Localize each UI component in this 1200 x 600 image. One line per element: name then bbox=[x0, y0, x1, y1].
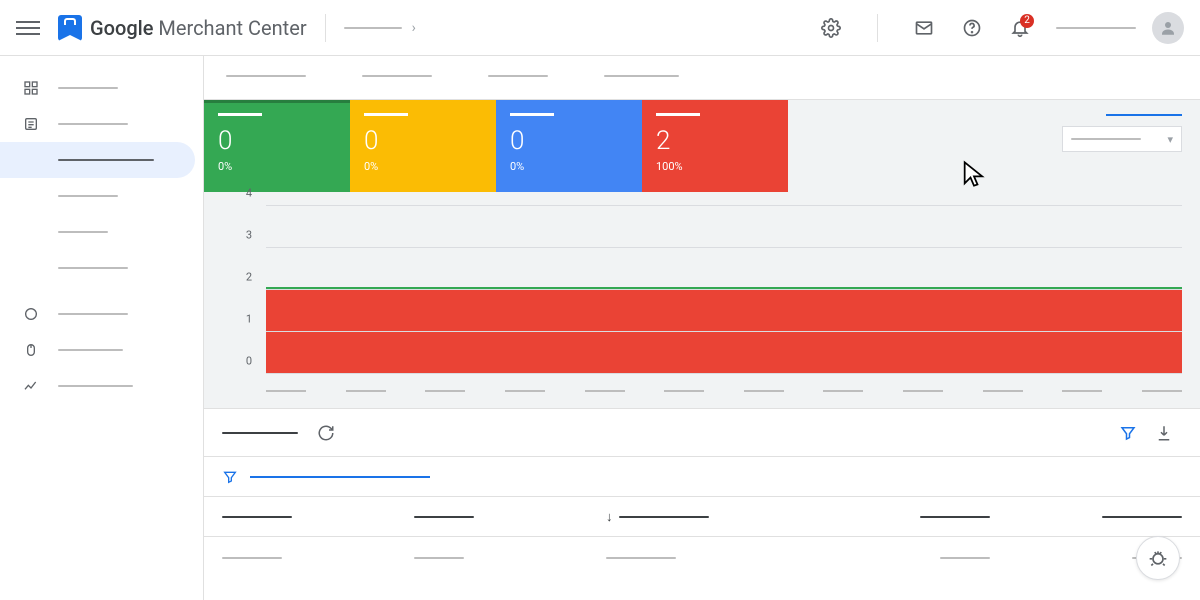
sidebar-subitem-2[interactable] bbox=[0, 214, 203, 250]
tab-3[interactable] bbox=[488, 56, 548, 99]
sidebar-item-overview[interactable] bbox=[0, 70, 203, 106]
main-content: 0 0% 0 0% 0 0% 2 100% bbox=[204, 56, 1200, 600]
sidebar-item-label bbox=[58, 195, 118, 197]
chart-x-axis bbox=[266, 390, 1182, 392]
avatar[interactable] bbox=[1152, 12, 1184, 44]
list-icon bbox=[22, 115, 40, 133]
sidebar-item-products[interactable] bbox=[0, 106, 203, 142]
sidebar-item-label bbox=[58, 385, 133, 387]
blank-icon bbox=[22, 151, 40, 169]
dashboard-icon bbox=[22, 79, 40, 97]
sidebar-item-label bbox=[58, 231, 108, 233]
table-header-cell[interactable] bbox=[414, 516, 606, 518]
divider bbox=[877, 14, 878, 42]
filter-row bbox=[204, 457, 1200, 497]
divider bbox=[325, 14, 326, 42]
table-cell bbox=[414, 557, 606, 559]
card-value: 2 bbox=[656, 126, 774, 156]
notifications-icon[interactable]: 2 bbox=[1000, 8, 1040, 48]
chart-plot bbox=[266, 206, 1182, 374]
card-percent: 0% bbox=[364, 160, 482, 173]
status-card-expiring[interactable]: 0 0% bbox=[350, 100, 496, 192]
card-value: 0 bbox=[218, 126, 336, 156]
destination-selector: ▾ bbox=[1062, 114, 1182, 152]
filter-icon bbox=[222, 469, 238, 485]
breadcrumb-item[interactable] bbox=[344, 27, 402, 29]
table-cell bbox=[222, 557, 414, 559]
card-label bbox=[656, 113, 700, 116]
table-toolbar bbox=[204, 409, 1200, 457]
table-header-cell[interactable] bbox=[798, 516, 990, 518]
tab-bar bbox=[204, 56, 1200, 100]
status-chart: 01234 bbox=[222, 206, 1182, 396]
sidebar-item-label bbox=[58, 123, 128, 125]
status-card-active[interactable]: 0 0% bbox=[204, 100, 350, 192]
sidebar-item-label bbox=[58, 313, 128, 315]
toolbar-title bbox=[222, 432, 298, 434]
filter-icon[interactable] bbox=[1110, 415, 1146, 451]
card-label bbox=[364, 113, 408, 116]
filter-chip[interactable] bbox=[250, 476, 430, 478]
circle-icon bbox=[22, 305, 40, 323]
chevron-right-icon: › bbox=[412, 20, 416, 36]
sidebar bbox=[0, 56, 204, 600]
sidebar-item-growth[interactable] bbox=[0, 332, 203, 368]
mail-icon[interactable] bbox=[904, 8, 944, 48]
card-label bbox=[510, 113, 554, 116]
merchant-center-logo-icon bbox=[58, 15, 82, 41]
settings-icon[interactable] bbox=[811, 8, 851, 48]
chart-bar-disapproved bbox=[266, 290, 1182, 374]
status-card-pending[interactable]: 0 0% bbox=[496, 100, 642, 192]
feedback-button[interactable] bbox=[1136, 536, 1180, 580]
sidebar-item-label bbox=[58, 159, 154, 161]
diagnostics-panel: 0 0% 0 0% 0 0% 2 100% bbox=[204, 100, 1200, 409]
menu-icon[interactable] bbox=[16, 16, 40, 40]
help-icon[interactable] bbox=[952, 8, 992, 48]
trend-icon bbox=[22, 377, 40, 395]
download-icon[interactable] bbox=[1146, 415, 1182, 451]
tab-4[interactable] bbox=[604, 56, 679, 99]
refresh-icon[interactable] bbox=[308, 415, 344, 451]
sidebar-item-label bbox=[58, 87, 118, 89]
table-header-cell-sorted[interactable]: ↓ bbox=[606, 509, 798, 525]
dropdown-accent bbox=[1106, 114, 1182, 116]
table-header-cell[interactable] bbox=[222, 516, 414, 518]
table-header-row: ↓ bbox=[204, 497, 1200, 537]
breadcrumb[interactable]: › bbox=[344, 20, 416, 36]
sidebar-item-label bbox=[58, 267, 128, 269]
table-header-cell[interactable] bbox=[990, 516, 1182, 518]
card-label bbox=[218, 113, 262, 116]
product-name: Google Merchant Center bbox=[90, 16, 307, 40]
table-row[interactable] bbox=[204, 537, 1200, 579]
sidebar-item-active[interactable] bbox=[0, 142, 195, 178]
sidebar-item-performance[interactable] bbox=[0, 368, 203, 404]
card-percent: 100% bbox=[656, 160, 774, 173]
notification-badge: 2 bbox=[1020, 14, 1034, 28]
status-cards: 0 0% 0 0% 0 0% 2 100% bbox=[204, 100, 1200, 192]
chevron-down-icon: ▾ bbox=[1167, 133, 1173, 146]
destination-dropdown[interactable]: ▾ bbox=[1062, 126, 1182, 152]
tab-1[interactable] bbox=[226, 56, 306, 99]
card-value: 0 bbox=[510, 126, 628, 156]
status-card-disapproved[interactable]: 2 100% bbox=[642, 100, 788, 192]
table-cell bbox=[798, 557, 990, 559]
sidebar-item-marketing[interactable] bbox=[0, 296, 203, 332]
sidebar-subitem-3[interactable] bbox=[0, 250, 203, 286]
mouse-icon bbox=[22, 341, 40, 359]
table-cell bbox=[606, 557, 798, 559]
account-label bbox=[1056, 27, 1136, 29]
chart-y-axis: 01234 bbox=[222, 206, 258, 374]
sidebar-subitem-1[interactable] bbox=[0, 178, 203, 214]
sort-arrow-icon: ↓ bbox=[606, 509, 613, 525]
app-header: Google Merchant Center › 2 bbox=[0, 0, 1200, 56]
card-percent: 0% bbox=[218, 160, 336, 173]
card-percent: 0% bbox=[510, 160, 628, 173]
tab-2[interactable] bbox=[362, 56, 432, 99]
card-value: 0 bbox=[364, 126, 482, 156]
sidebar-item-label bbox=[58, 349, 123, 351]
